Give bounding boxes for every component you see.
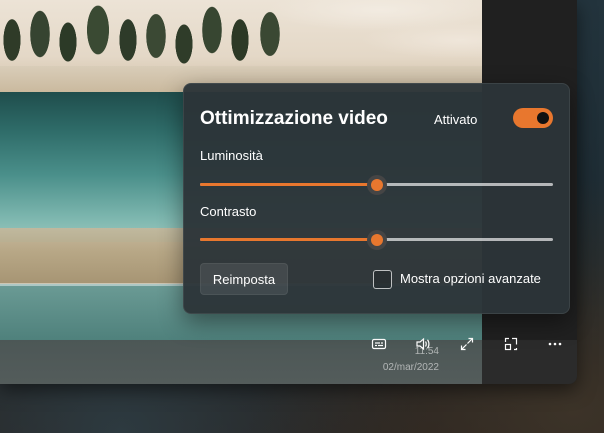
reset-button[interactable]: Reimposta (200, 263, 288, 295)
contrast-label: Contrasto (200, 204, 257, 219)
toggle-knob (537, 112, 549, 124)
brightness-slider[interactable] (200, 174, 553, 195)
advanced-options-label: Mostra opzioni avanzate (400, 271, 541, 286)
enhancement-toggle-label: Attivato (434, 112, 478, 127)
contrast-slider[interactable] (200, 229, 553, 250)
flyout-title: Ottimizzazione video (200, 108, 388, 129)
clock-date: 02/mar/2022 (382, 362, 439, 373)
more-options-icon[interactable] (543, 332, 567, 356)
contrast-fill (200, 238, 377, 241)
video-enhancement-flyout: Ottimizzazione video Attivato Luminosità… (183, 83, 570, 314)
enhancement-toggle[interactable] (513, 108, 553, 128)
brightness-label: Luminosità (200, 148, 263, 163)
advanced-options-checkbox[interactable] (373, 270, 392, 289)
fullscreen-icon[interactable] (455, 332, 479, 356)
captions-icon[interactable] (367, 332, 391, 356)
brightness-thumb[interactable] (366, 175, 387, 195)
brightness-fill (200, 183, 377, 186)
contrast-thumb[interactable] (366, 230, 387, 250)
mini-player-icon[interactable] (499, 332, 523, 356)
video-trees (0, 0, 300, 72)
volume-icon[interactable] (411, 332, 435, 356)
